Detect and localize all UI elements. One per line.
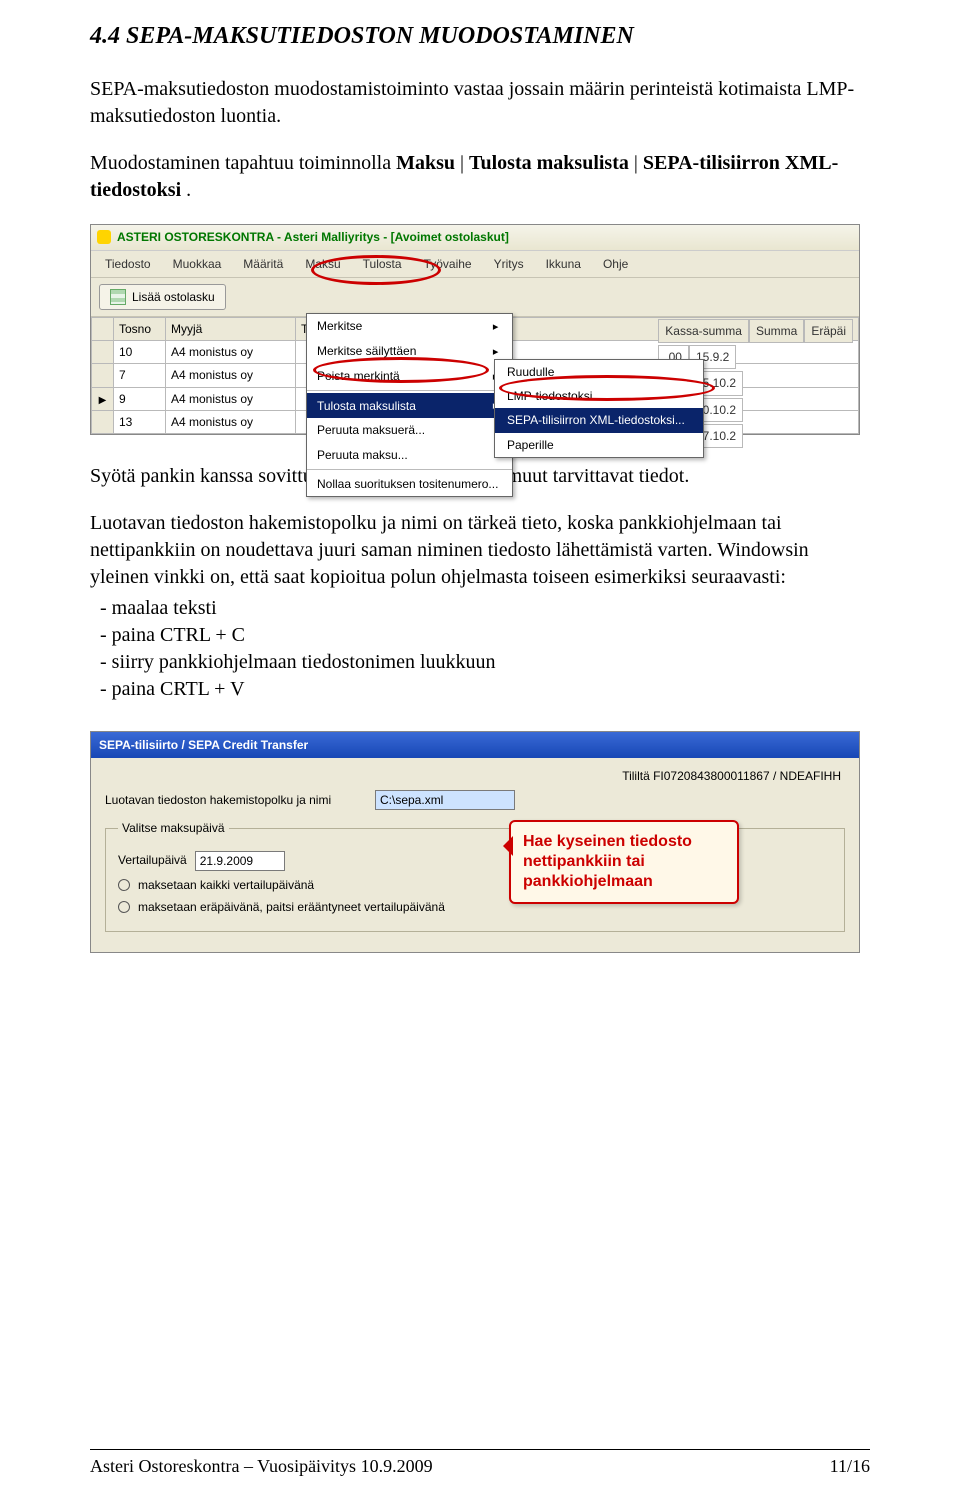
menu-item[interactable]: Maksu [297, 254, 348, 274]
intro-paragraph: SEPA-maksutiedoston muodostamistoiminto … [90, 76, 870, 130]
sepa-dialog-screenshot: SEPA-tilisiirto / SEPA Credit Transfer T… [90, 731, 860, 953]
cell[interactable]: 13 [114, 411, 166, 434]
cell[interactable]: A4 monistus oy [166, 411, 296, 434]
menu-item[interactable]: Peruuta maksu... [307, 443, 512, 467]
page-footer: Asteri Ostoreskontra – Vuosipäivitys 10.… [90, 1449, 870, 1478]
radio-icon [118, 901, 130, 913]
menu-item-sepa-xml[interactable]: SEPA-tilisiirron XML-tiedostoksi... [495, 408, 703, 432]
sep: | [460, 152, 469, 174]
cell[interactable]: 10 [114, 341, 166, 364]
app-icon [97, 230, 111, 244]
footer-page-number: 11/16 [830, 1454, 870, 1478]
path-input[interactable] [375, 790, 515, 810]
cell[interactable]: 9 [114, 387, 166, 411]
list-item: paina CTRL + C [90, 622, 870, 649]
menu-item[interactable]: Tulosta [355, 254, 410, 274]
dialog-title: SEPA-tilisiirto / SEPA Credit Transfer [91, 732, 859, 758]
section-heading: 4.4 SEPA-MAKSUTIEDOSTON MUODOSTAMINEN [90, 20, 870, 52]
window-titlebar: ASTERI OSTORESKONTRA - Asteri Malliyrity… [91, 225, 859, 250]
account-info: Tililtä FI0720843800011867 / NDEAFIHH [622, 768, 841, 784]
instruction-list: maalaa teksti paina CTRL + C siirry pank… [90, 595, 870, 703]
path-label: Luotavan tiedoston hakemistopolku ja nim… [105, 792, 365, 808]
maksu-menu-popup[interactable]: Merkitse Merkitse säilyttäen Poista merk… [306, 313, 513, 497]
chevron-right-icon [493, 343, 499, 360]
cell[interactable]: A4 monistus oy [166, 387, 296, 411]
menu-separator [307, 469, 512, 470]
fieldset-legend: Valitse maksupäivä [118, 820, 229, 836]
window-title: ASTERI OSTORESKONTRA - Asteri Malliyrity… [117, 229, 509, 245]
chevron-right-icon [493, 318, 499, 335]
menu-item[interactable]: Merkitse säilyttäen [307, 339, 512, 364]
menu-step-2: Tulosta maksulista [469, 152, 629, 174]
menu-separator [307, 390, 512, 391]
paragraph: Luotavan tiedoston hakemistopolku ja nim… [90, 510, 870, 591]
menu-item[interactable]: Nollaa suorituksen tositenumero... [307, 472, 512, 496]
button-label: Lisää ostolasku [132, 289, 215, 305]
col-header: Summa [749, 319, 804, 343]
radio-label: maksetaan eräpäivänä, paitsi erääntyneet… [138, 899, 445, 915]
row-selector-active[interactable] [92, 387, 114, 411]
tulosta-submenu-popup[interactable]: Ruudulle LMP-tiedostoksi... SEPA-tilisii… [494, 359, 704, 458]
list-item: paina CRTL + V [90, 676, 870, 703]
col-header: Eräpäi [804, 319, 853, 343]
menu-item[interactable]: Peruuta maksuerä... [307, 418, 512, 442]
red-callout: Hae kyseinen tiedosto nettipankkiin tai … [509, 820, 739, 904]
field-label: Vertailupäivä [118, 852, 187, 868]
row-selector[interactable] [92, 341, 114, 364]
add-invoice-button[interactable]: Lisää ostolasku [99, 284, 226, 310]
list-item: siirry pankkiohjelmaan tiedostonimen luu… [90, 649, 870, 676]
radio-icon [118, 879, 130, 891]
menu-step-1: Maksu [396, 152, 455, 174]
menu-item[interactable]: Yritys [486, 254, 532, 274]
menu-item[interactable]: LMP-tiedostoksi... [495, 384, 703, 408]
text: Muodostaminen tapahtuu toiminnolla [90, 152, 396, 174]
cell[interactable]: A4 monistus oy [166, 341, 296, 364]
col-header[interactable]: Myyjä [166, 317, 296, 340]
menu-item[interactable]: Määritä [235, 254, 291, 274]
text: . [186, 179, 191, 201]
menu-item[interactable]: Ohje [595, 254, 636, 274]
sep: | [634, 152, 643, 174]
menu-item[interactable]: Paperille [495, 433, 703, 457]
row-selector[interactable] [92, 364, 114, 387]
cell[interactable]: 7 [114, 364, 166, 387]
radio-label: maksetaan kaikki vertailupäivänä [138, 877, 314, 893]
menu-path-paragraph: Muodostaminen tapahtuu toiminnolla Maksu… [90, 150, 870, 204]
footer-left: Asteri Ostoreskontra – Vuosipäivitys 10.… [90, 1454, 433, 1478]
menu-item[interactable]: Tiedosto [97, 254, 159, 274]
menu-item[interactable]: Ruudulle [495, 360, 703, 384]
menubar[interactable]: Tiedosto Muokkaa Määritä Maksu Tulosta T… [91, 251, 859, 278]
menu-item[interactable]: Muokkaa [165, 254, 230, 274]
list-item: maalaa teksti [90, 595, 870, 622]
app-window-screenshot: ASTERI OSTORESKONTRA - Asteri Malliyrity… [90, 224, 860, 435]
grid-rowhead-corner [92, 317, 114, 340]
row-selector[interactable] [92, 411, 114, 434]
menu-item[interactable]: Poista merkintä [307, 364, 512, 389]
grid-area: Tosno Myyjä T 10 A4 monistus oy 7 A4 mon… [91, 317, 859, 434]
compare-date-input[interactable] [195, 851, 285, 871]
menu-item[interactable]: Työvaihe [416, 254, 480, 274]
table-icon [110, 289, 126, 305]
cell[interactable]: A4 monistus oy [166, 364, 296, 387]
col-header: Kassa-summa [658, 319, 749, 343]
menu-item-tulosta-maksulista[interactable]: Tulosta maksulista [307, 393, 512, 418]
menu-item[interactable]: Ikkuna [538, 254, 589, 274]
menu-item[interactable]: Merkitse [307, 314, 512, 339]
col-header[interactable]: Tosno [114, 317, 166, 340]
toolbar: Lisää ostolasku [91, 278, 859, 317]
